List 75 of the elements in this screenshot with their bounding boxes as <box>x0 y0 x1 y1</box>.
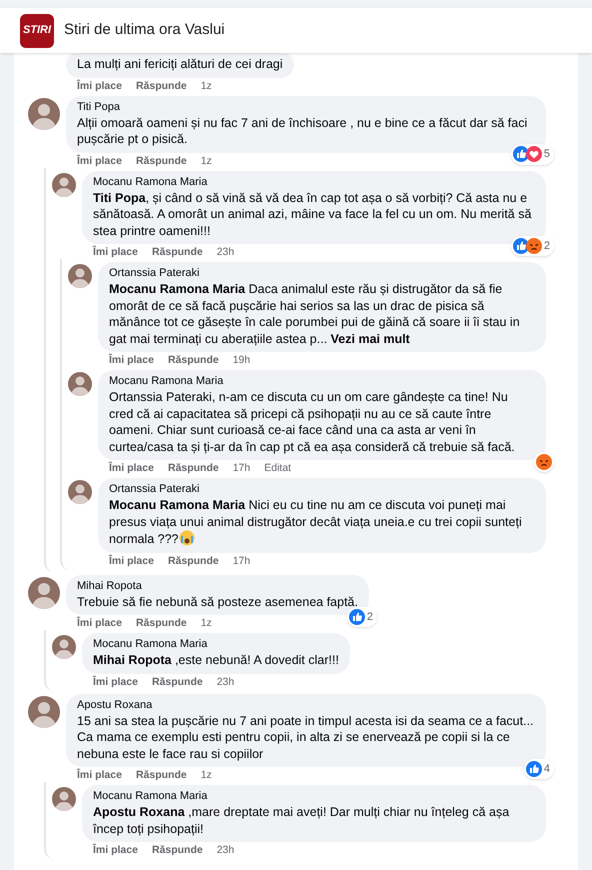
avatar-icon <box>68 372 92 396</box>
reaction-count: 2 <box>544 238 550 254</box>
edited-label: Editat <box>264 461 292 475</box>
reply-link[interactable]: Răspunde <box>152 674 203 688</box>
angry-face-icon <box>536 454 552 470</box>
page-title: Stiri de ultima ora Vaslui <box>64 20 225 40</box>
like-reaction-icon <box>348 608 365 625</box>
author-name[interactable]: Mihai Ropota <box>77 578 358 594</box>
like-reaction-icon <box>526 760 542 777</box>
avatar-icon <box>28 98 60 130</box>
reaction-summary[interactable]: 2 <box>510 236 554 256</box>
reply-link[interactable]: Răspunde <box>168 353 219 367</box>
like-link[interactable]: Îmi place <box>93 674 138 688</box>
like-link[interactable]: Îmi place <box>93 843 138 857</box>
author-name[interactable]: Apostu Roxana <box>77 698 535 712</box>
author-name[interactable]: Ortanssia Pateraki <box>109 482 535 497</box>
heart-reaction-icon <box>526 146 542 162</box>
like-link[interactable]: Îmi place <box>77 616 122 630</box>
reply-link[interactable]: Răspunde <box>136 154 187 168</box>
like-link[interactable]: Îmi place <box>109 461 154 475</box>
author-name[interactable]: Mocanu Ramona Maria <box>93 637 339 652</box>
like-link[interactable]: Îmi place <box>93 245 138 259</box>
author-name[interactable]: Mocanu Ramona Maria <box>109 374 535 389</box>
reaction-count: 2 <box>366 610 373 624</box>
avatar-icon <box>52 635 76 659</box>
crying-face-icon <box>178 530 194 546</box>
comment-time: 19h <box>232 353 250 367</box>
author-name[interactable]: Titi Popa <box>77 100 535 114</box>
comment-text: Apostu Roxana ,mare dreptate mai aveți! Dar mulți chiar nu înțeleg că așa încep toți psihopații! <box>93 804 510 837</box>
reaction-count: 5 <box>544 147 550 162</box>
like-reaction-icon <box>512 146 529 162</box>
reaction-summary[interactable] <box>534 452 554 472</box>
comment-time: 23h <box>216 674 234 688</box>
like-link[interactable]: Îmi place <box>77 154 122 168</box>
comment-text: Ortanssia Pateraki, n-am ce discuta cu un om care gândește ca tine! Nu cred că ai capacitatea să pricepi că psihopații nu au ce să caute între oameni. Chiar sunt curioasă ce-ai face când una ca asta ar veni în curtea/casa ta și ți-ar da în cap pt că ea așa consideră că trebuie să facă. <box>109 389 516 455</box>
avatar-icon <box>52 172 76 196</box>
comment-text: Mihai Ropota ,este nebună! A dovedit clar!!! <box>93 652 339 668</box>
see-more-link[interactable]: Vezi mai mult <box>330 332 410 346</box>
comment-time: 23h <box>216 245 234 259</box>
comment-time: 1z <box>200 616 212 630</box>
avatar-icon <box>28 696 60 728</box>
author-name[interactable]: Ortanssia Pateraki <box>109 266 535 281</box>
angry-face-icon <box>526 238 542 254</box>
comment-time: 17h <box>232 461 250 475</box>
like-link[interactable]: Îmi place <box>77 78 122 92</box>
reply-link[interactable]: Răspunde <box>168 554 219 568</box>
reply-link[interactable]: Răspunde <box>136 616 187 630</box>
reply-link[interactable]: Răspunde <box>136 78 187 92</box>
author-name[interactable]: Mocanu Ramona Maria <box>93 789 535 804</box>
logo: STIRI <box>20 14 54 48</box>
reply-link[interactable]: Răspunde <box>168 461 219 475</box>
like-reaction-icon <box>512 238 529 254</box>
like-link[interactable]: Îmi place <box>109 353 154 367</box>
comment-time: 23h <box>216 843 234 857</box>
comment-text: La mulți ani fericiți alături de cei dragi <box>77 56 283 72</box>
comment-time: 17h <box>232 554 250 568</box>
author-name[interactable]: Mocanu Ramona Maria <box>93 174 535 190</box>
comment-text: Mocanu Ramona Maria Nici eu cu tine nu am ce discuta voi puneți mai presus viața unui animal distrugător decât viața uneia.e cu trei copii sunteți normala ??? <box>109 497 523 548</box>
comment-time: 1z <box>200 768 212 782</box>
reaction-summary[interactable]: 5 <box>510 144 554 164</box>
reaction-summary[interactable]: 4 <box>524 758 554 779</box>
reply-link[interactable]: Răspunde <box>152 843 203 857</box>
reply-link[interactable]: Răspunde <box>136 768 187 782</box>
comment-time: 1z <box>200 78 212 92</box>
avatar-icon <box>28 576 60 608</box>
avatar-icon <box>68 264 92 288</box>
reaction-count: 4 <box>544 762 550 776</box>
avatar-icon <box>68 480 92 504</box>
comment-text: Mocanu Ramona Maria Daca animalul este rău și distrugător da să fie omorât de ce să facă pușcărie hai serios sa las un drac de pisica să mănânce tot ce găsește în cale porumbei pui de găină că soare ii îi stau in gat mai terminați cu aberațiile astea p... Vezi mai mult <box>109 281 521 347</box>
like-link[interactable]: Îmi place <box>109 554 154 568</box>
avatar-icon <box>52 787 76 811</box>
reaction-summary[interactable]: 2 <box>346 606 377 627</box>
reply-link[interactable]: Răspunde <box>152 245 203 259</box>
like-link[interactable]: Îmi place <box>77 768 122 782</box>
comment-time: 1z <box>200 154 212 168</box>
